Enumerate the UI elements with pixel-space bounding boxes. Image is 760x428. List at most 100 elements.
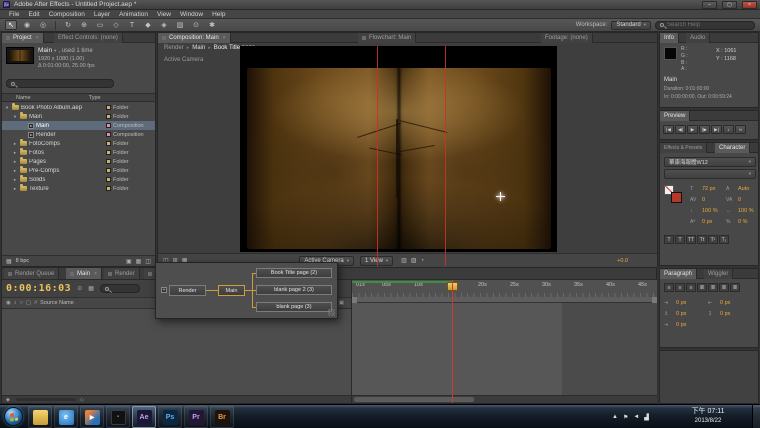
roto-brush-tool-icon[interactable]: ⊙ (190, 20, 202, 30)
lock-column-icon[interactable]: ▢ (26, 300, 31, 306)
flowchart-node-main[interactable]: Main (218, 285, 245, 296)
twirl-icon[interactable]: ▸ (12, 150, 18, 156)
label-chip[interactable] (106, 123, 111, 128)
column-name[interactable]: Name (16, 95, 31, 101)
brush-tool-icon[interactable]: ◆ (142, 20, 154, 30)
project-item-fotocomps[interactable]: ▸ FotoComps Folder (2, 139, 155, 148)
taskbar-premiere[interactable]: Pr (184, 406, 208, 428)
search-help-input[interactable] (667, 22, 737, 28)
justify-last-right-button[interactable]: ≣ (719, 283, 729, 292)
faux-bold-button[interactable]: T (664, 235, 674, 244)
orbit-camera-tool-icon[interactable]: ↻ (62, 20, 74, 30)
exposure-value[interactable]: +0.0 (617, 258, 628, 264)
time-ruler[interactable]: 01s 05s 10s 15s 20s 25s 30s 35s 40s 45s (352, 280, 657, 297)
twirl-icon[interactable]: ▸ (12, 141, 18, 147)
video-column-icon[interactable]: ◉ (6, 300, 11, 306)
composition-canvas[interactable] (240, 46, 557, 252)
loop-toggle-button[interactable]: ∞ (735, 125, 746, 134)
label-chip[interactable] (106, 159, 111, 164)
menu-layer[interactable]: Layer (94, 11, 110, 18)
close-icon[interactable]: × (36, 35, 39, 41)
zoom-tool-icon[interactable]: ◎ (37, 20, 49, 30)
taskbar-bridge[interactable]: Br (210, 406, 234, 428)
scrollbar-thumb[interactable] (354, 397, 474, 402)
leading-value[interactable]: Auto (738, 186, 749, 192)
layer-list-empty[interactable] (2, 309, 351, 395)
tab-audio[interactable]: Audio (686, 33, 710, 43)
label-chip[interactable] (106, 105, 111, 110)
tab-character[interactable]: Character (715, 143, 750, 153)
new-composition-icon[interactable]: ▦ (136, 258, 142, 265)
next-frame-button[interactable]: |▶ (699, 125, 710, 134)
label-chip[interactable] (106, 141, 111, 146)
align-left-button[interactable]: ≡ (664, 283, 674, 292)
label-chip[interactable] (106, 168, 111, 173)
tab-render-queue[interactable]: Render Queue (4, 268, 59, 279)
track-area[interactable] (352, 303, 657, 395)
label-chip[interactable] (106, 150, 111, 155)
tab-project[interactable]: Project × (2, 33, 44, 43)
tab-paragraph[interactable]: Paragraph (660, 269, 697, 279)
tab-info[interactable]: Info (660, 33, 679, 43)
faux-italic-button[interactable]: T (675, 235, 685, 244)
small-caps-button[interactable]: Tt (697, 235, 707, 244)
tab-wiggler[interactable]: Wiggler (704, 269, 733, 279)
justify-last-left-button[interactable]: ≣ (697, 283, 707, 292)
tab-effect-controls[interactable]: Effect Controls: (none) (54, 33, 123, 43)
selection-tool-icon[interactable]: ↖ (5, 20, 17, 30)
label-chip[interactable] (106, 177, 111, 182)
font-size-value[interactable]: 72 px (702, 186, 724, 192)
menu-animation[interactable]: Animation (119, 11, 148, 18)
indent-right-value[interactable]: 0 px (720, 300, 730, 306)
timeline-search-box[interactable] (100, 284, 140, 293)
label-chip[interactable] (106, 114, 111, 119)
tab-effects-presets[interactable]: Effects & Presets (660, 143, 707, 153)
workspace-select[interactable]: Standard ▾ (611, 21, 651, 30)
puppet-pin-tool-icon[interactable]: ✱ (206, 20, 218, 30)
network-icon[interactable]: ▟ (644, 414, 649, 421)
justify-last-center-button[interactable]: ≣ (708, 283, 718, 292)
label-chip[interactable] (106, 186, 111, 191)
solo-column-icon[interactable]: ○ (20, 300, 23, 306)
search-help-box[interactable] (655, 21, 755, 30)
parent-column-icon[interactable]: ▣ (339, 300, 344, 306)
tab-footage-none[interactable]: Footage: (none) (541, 33, 593, 43)
action-center-icon[interactable]: ⚑ (623, 414, 628, 421)
menu-edit[interactable]: Edit (28, 11, 39, 18)
delete-icon[interactable]: ◫ (145, 258, 151, 265)
zoom-slider[interactable] (16, 398, 76, 401)
column-type[interactable]: Type (89, 95, 101, 101)
menu-file[interactable]: File (9, 11, 19, 18)
region-of-interest-icon[interactable]: ▥ (401, 257, 407, 264)
font-family-select[interactable]: 華康海報體W12 ▾ (664, 157, 756, 167)
twirl-icon[interactable]: ▾ (12, 114, 18, 120)
current-time-indicator-line[interactable] (452, 280, 453, 403)
maximize-button[interactable]: ▢ (722, 1, 737, 9)
audio-column-icon[interactable]: ♪ (14, 300, 17, 306)
label-chip[interactable] (106, 132, 111, 137)
taskbar-after-effects[interactable]: Ae (132, 406, 156, 428)
subscript-button[interactable]: T₁ (719, 235, 729, 244)
baseline-shift-value[interactable]: 0 px (702, 219, 724, 225)
tsume-value[interactable]: 0 % (738, 219, 747, 225)
show-hidden-icons[interactable]: ▲ (612, 414, 618, 420)
align-center-button[interactable]: ≡ (675, 283, 685, 292)
chevron-down-icon[interactable]: ▾ (54, 48, 56, 54)
superscript-button[interactable]: T¹ (708, 235, 718, 244)
project-item-precomps[interactable]: ▸ Pre-Comps Folder (2, 166, 155, 175)
mask-shape-tool-icon[interactable]: ▭ (94, 20, 106, 30)
source-name-column[interactable]: Source Name (40, 300, 74, 306)
tab-preview[interactable]: Preview (660, 111, 690, 121)
close-icon[interactable]: × (94, 271, 97, 277)
start-button[interactable] (4, 407, 23, 426)
tab-flowchart-main[interactable]: Flowchart: Main (358, 33, 416, 43)
flowchart-node-book-title-page[interactable]: Book Title page (2) (256, 268, 332, 278)
horizontal-scale-value[interactable]: 100 % (738, 208, 754, 214)
clone-stamp-tool-icon[interactable]: ◈ (158, 20, 170, 30)
tab-timeline-main[interactable]: Main × (66, 268, 102, 279)
zoom-out-icon[interactable]: ◆ (6, 397, 10, 403)
project-item-root[interactable]: ▾ Book Photo Album.aep Folder (2, 103, 155, 112)
comp-mini-flowchart-icon[interactable]: ⊙ (77, 285, 82, 292)
close-button[interactable]: × (742, 1, 757, 9)
project-item-texture[interactable]: ▸ Texture Folder (2, 184, 155, 193)
